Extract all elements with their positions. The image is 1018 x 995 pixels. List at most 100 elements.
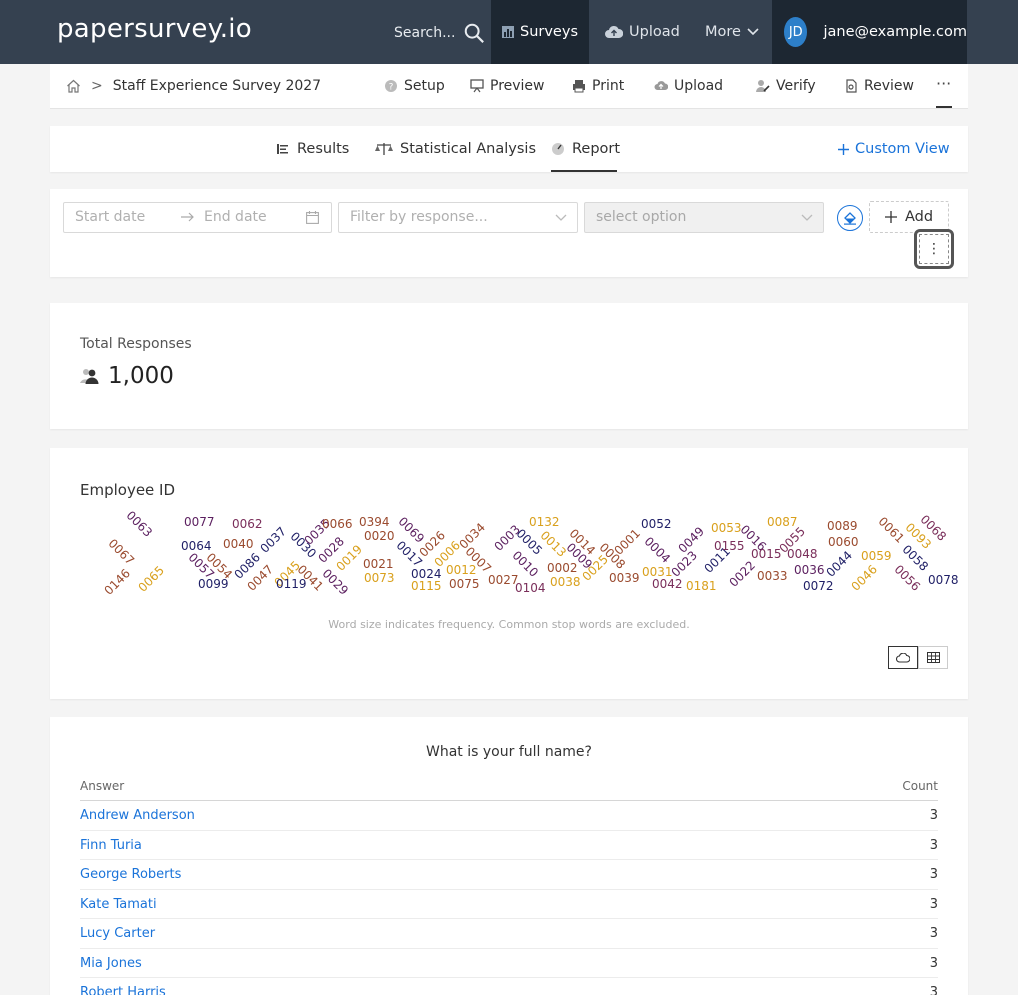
printer-icon	[573, 80, 585, 93]
tab-statistical-analysis[interactable]: Statistical Analysis	[375, 141, 536, 157]
breadcrumb-survey-title[interactable]: Staff Experience Survey 2027	[113, 78, 321, 94]
setup-button[interactable]: ? Setup	[384, 78, 445, 94]
cloud-icon	[896, 652, 910, 663]
response-filter-select[interactable]: Filter by response...	[338, 202, 578, 233]
nav-upload-label: Upload	[629, 24, 680, 40]
answer-link[interactable]: Lucy Carter	[80, 926, 155, 941]
add-filter-label: Add	[904, 209, 934, 225]
word-cloud-word[interactable]: 0002	[547, 562, 578, 574]
cloud-upload-icon	[654, 81, 668, 90]
tab-results[interactable]: Results	[276, 141, 349, 157]
word-cloud-word[interactable]: 0046	[849, 562, 880, 593]
word-cloud-word[interactable]: 0104	[515, 582, 546, 594]
user-menu[interactable]: JD jane@example.com	[772, 0, 967, 64]
plus-icon	[838, 143, 849, 155]
word-cloud-word[interactable]: 0027	[488, 574, 519, 586]
word-cloud-word[interactable]: 0146	[102, 566, 133, 597]
breadcrumb: > Staff Experience Survey 2027	[66, 78, 321, 94]
preview-button[interactable]: Preview	[470, 78, 545, 94]
word-cloud-word[interactable]: 0038	[550, 576, 581, 588]
word-cloud-word[interactable]: 0099	[198, 578, 229, 590]
word-cloud-word[interactable]: 0036	[794, 564, 825, 576]
nav-more[interactable]: More	[705, 0, 759, 64]
app-logo[interactable]: papersurvey.io	[57, 14, 252, 44]
document-search-icon	[846, 79, 857, 93]
word-cloud-word[interactable]: 0132	[529, 516, 560, 528]
answer-count: 3	[929, 926, 938, 941]
word-cloud-word[interactable]: 0039	[609, 572, 640, 584]
word-cloud-word[interactable]: 0065	[136, 563, 167, 594]
word-cloud-word[interactable]: 0015	[751, 548, 782, 560]
review-button[interactable]: Review	[844, 78, 914, 94]
filter-menu-button[interactable]: ⋮	[914, 229, 954, 269]
preview-label: Preview	[490, 78, 545, 94]
word-cloud-word[interactable]: 0394	[359, 516, 390, 528]
word-cloud-word[interactable]: 0115	[411, 580, 442, 592]
word-cloud-word[interactable]: 0063	[124, 508, 155, 539]
bar-chart-icon	[502, 26, 514, 38]
search-label: Search...	[394, 25, 456, 41]
word-cloud-word[interactable]: 0155	[714, 540, 745, 552]
tab-report[interactable]: Report	[551, 141, 620, 157]
word-cloud-word[interactable]: 0001	[612, 526, 643, 557]
word-cloud-word[interactable]: 0089	[827, 520, 858, 532]
word-cloud-word[interactable]: 0037	[258, 524, 289, 555]
word-cloud-word[interactable]: 0023	[669, 548, 700, 579]
word-cloud-word[interactable]: 0062	[232, 518, 263, 530]
word-cloud-word[interactable]: 0048	[787, 548, 818, 560]
cloud-upload-icon	[605, 25, 623, 38]
arrow-right-icon	[181, 212, 194, 222]
word-cloud-word[interactable]: 0021	[363, 558, 394, 570]
upload-button[interactable]: Upload	[654, 78, 723, 94]
home-icon[interactable]	[66, 79, 81, 93]
answer-link[interactable]: Finn Turia	[80, 838, 142, 853]
word-cloud-word[interactable]: 0067	[106, 536, 137, 567]
verify-button[interactable]: Verify	[756, 78, 816, 94]
word-cloud-word[interactable]: 0033	[757, 570, 788, 582]
word-cloud-word[interactable]: 0066	[322, 518, 353, 530]
user-email: jane@example.com	[823, 24, 967, 40]
word-cloud-word[interactable]: 0060	[828, 536, 859, 548]
word-cloud-word[interactable]: 0013	[538, 528, 569, 559]
word-cloud-word[interactable]: 0012	[446, 564, 477, 576]
search-box[interactable]: Search...	[394, 20, 485, 46]
total-responses-label: Total Responses	[80, 336, 192, 352]
print-button[interactable]: Print	[572, 78, 624, 94]
start-date-input[interactable]: Start date	[75, 209, 145, 225]
word-cloud-word[interactable]: 0077	[184, 516, 215, 528]
answer-link[interactable]: George Roberts	[80, 867, 181, 882]
answer-link[interactable]: Andrew Anderson	[80, 808, 195, 823]
word-cloud-word[interactable]: 0004	[642, 534, 673, 565]
word-cloud: 0063 0067 0146 0065 0077 0064 0057 0054 0099 0062…	[50, 448, 968, 608]
word-cloud-word[interactable]: 0073	[364, 572, 395, 584]
word-cloud-word[interactable]: 0029	[320, 566, 351, 597]
word-cloud-word[interactable]: 0078	[928, 574, 959, 586]
cloud-view-button[interactable]	[888, 646, 918, 669]
answer-link[interactable]: Mia Jones	[80, 956, 142, 971]
date-range-picker[interactable]: Start date End date	[63, 202, 332, 233]
top-navbar: papersurvey.io Search... Surveys Upload …	[0, 0, 1018, 64]
word-cloud-word[interactable]: 0020	[364, 530, 395, 542]
word-cloud-word[interactable]: 0022	[727, 558, 758, 589]
paint-bucket-icon	[844, 212, 856, 225]
total-responses-number: 1,000	[108, 363, 174, 389]
custom-view-button[interactable]: Custom View	[838, 141, 950, 157]
word-cloud-word[interactable]: 0181	[686, 580, 717, 592]
more-options-button[interactable]: ···	[936, 74, 951, 93]
word-cloud-word[interactable]: 0044	[824, 548, 855, 579]
end-date-input[interactable]: End date	[204, 209, 267, 225]
nav-surveys[interactable]: Surveys	[491, 0, 589, 64]
paint-bucket-button[interactable]	[837, 205, 863, 231]
word-cloud-word[interactable]: 0075	[449, 578, 480, 590]
verify-label: Verify	[776, 78, 816, 94]
nav-upload[interactable]: Upload	[605, 0, 680, 64]
answer-link[interactable]: Robert Harris	[80, 985, 166, 995]
word-cloud-word[interactable]: 0040	[223, 538, 254, 550]
word-cloud-word[interactable]: 0072	[803, 580, 834, 592]
table-view-button[interactable]	[918, 646, 948, 669]
answer-link[interactable]: Kate Tamati	[80, 897, 157, 912]
word-cloud-word[interactable]: 0087	[767, 516, 798, 528]
word-cloud-word[interactable]: 0052	[641, 518, 672, 530]
list-icon	[277, 144, 288, 154]
word-cloud-word[interactable]: 0059	[861, 550, 892, 562]
